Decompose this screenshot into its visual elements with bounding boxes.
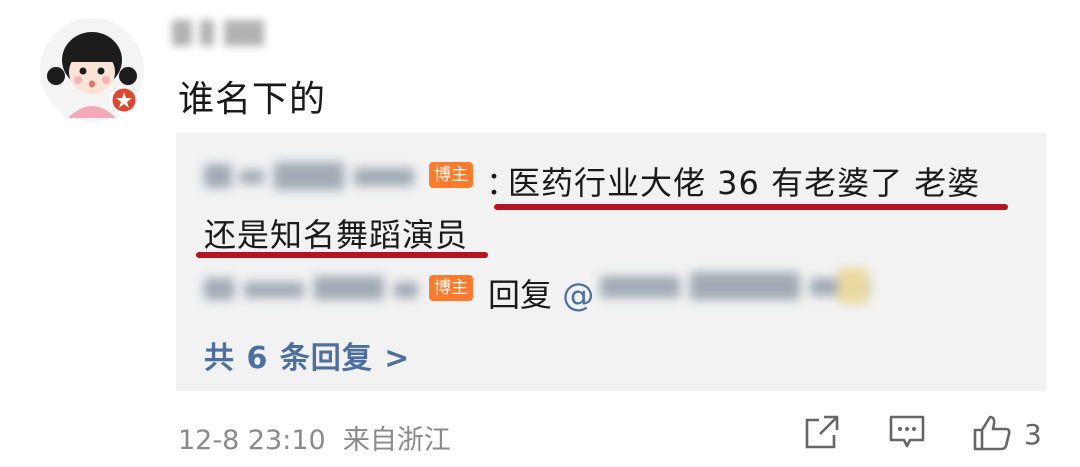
mention-blurred[interactable] xyxy=(600,268,905,306)
location: 来自浙江 xyxy=(342,425,451,456)
more-replies-link[interactable]: 共 6 条回复 > xyxy=(204,333,410,377)
comment-text: 谁名下的 xyxy=(178,79,327,120)
timestamp: 12-8 23:10 xyxy=(178,425,326,456)
username-blurred[interactable] xyxy=(172,14,268,52)
reply2-author-blurred[interactable] xyxy=(204,270,426,306)
thumbs-up-icon[interactable] xyxy=(972,414,1012,452)
like-count: 3 xyxy=(1024,418,1042,451)
author-badge: 博主 xyxy=(429,162,473,188)
comment-meta: 12-8 23:10 来自浙江 xyxy=(178,418,451,457)
reply-to-label: 回复 @ xyxy=(488,276,595,314)
red-underline-1 xyxy=(494,204,1008,210)
share-icon[interactable] xyxy=(804,414,840,450)
reply-author-blurred[interactable] xyxy=(204,158,426,194)
user-avatar[interactable] xyxy=(40,18,144,122)
reply-text-line1: 医药行业大佬 36 有老婆了 老婆 xyxy=(508,164,981,202)
at-sign: @ xyxy=(562,276,595,314)
comment-icon[interactable] xyxy=(888,414,926,450)
reply-text-line2: 还是知名舞蹈演员 xyxy=(204,216,469,254)
author-badge-2: 博主 xyxy=(429,275,473,301)
red-underline-2 xyxy=(196,252,488,258)
